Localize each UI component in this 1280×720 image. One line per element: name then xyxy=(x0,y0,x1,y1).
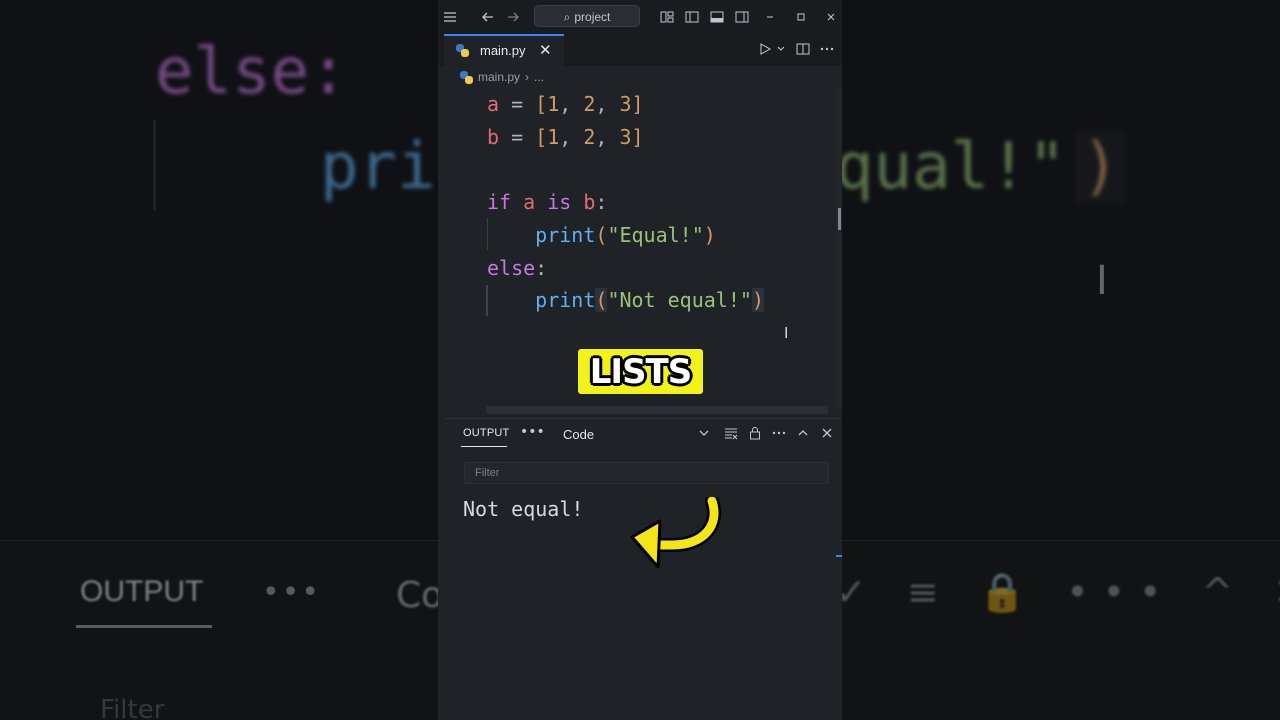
breadcrumb-more[interactable]: ... xyxy=(534,70,544,84)
tab-main-py[interactable]: main.py ✕ xyxy=(444,34,564,66)
horizontal-scrollbar[interactable] xyxy=(486,406,828,414)
breadcrumb-separator-icon: › xyxy=(525,70,530,84)
panel-more-actions-icon[interactable] xyxy=(772,426,786,444)
search-input[interactable]: ⌕ project xyxy=(534,5,640,27)
bg-output-underline xyxy=(76,625,212,628)
tab-label: main.py xyxy=(480,43,526,58)
close-tab-icon[interactable]: ✕ xyxy=(539,41,552,59)
bg-more-icon: ••• xyxy=(262,575,322,610)
panel-actions xyxy=(724,426,834,444)
editor-window: ⌕ project main.py ✕ main.py › ... a = [1… xyxy=(438,0,842,720)
title-bar: ⌕ project xyxy=(438,0,842,34)
output-channel-select[interactable]: Code xyxy=(563,427,594,442)
panel-bottom-icon[interactable] xyxy=(709,9,725,25)
code-line-6: else: xyxy=(487,255,548,280)
code-line-5: print("Equal!") xyxy=(535,222,716,247)
bg-code-select-text: Co xyxy=(396,575,444,616)
code-line-4: if a is b: xyxy=(487,190,608,215)
clear-output-icon[interactable] xyxy=(724,426,738,444)
tab-output-underline xyxy=(461,446,507,447)
split-editor-icon[interactable] xyxy=(796,42,810,60)
sidebar-left-icon[interactable] xyxy=(684,9,700,25)
bg-output-label: OUTPUT xyxy=(80,575,204,608)
output-text: Not equal! xyxy=(463,497,584,521)
tab-bar: main.py ✕ xyxy=(438,34,842,66)
close-panel-icon[interactable] xyxy=(820,426,834,444)
python-file-icon xyxy=(460,70,473,84)
bg-paren-text: ) xyxy=(1075,130,1126,204)
scroll-indicator xyxy=(836,555,842,557)
python-file-icon xyxy=(456,44,469,57)
lock-icon[interactable] xyxy=(748,426,762,444)
chevron-down-icon[interactable] xyxy=(698,427,710,442)
close-window-icon[interactable] xyxy=(823,9,839,25)
search-icon: ⌕ xyxy=(563,10,571,24)
tab-output[interactable]: OUTPUT xyxy=(463,427,509,439)
output-panel: OUTPUT ••• Code Filter Not equal! xyxy=(444,418,842,720)
bg-text-cursor-icon: I xyxy=(1096,258,1108,304)
mouse-text-cursor-icon: I xyxy=(784,324,789,342)
bg-panel-icons: ✓ ≡ 🔒 ••• ^ ✕ xyxy=(835,570,1280,614)
bg-else-text: else: xyxy=(155,35,348,109)
chevron-up-icon[interactable] xyxy=(796,426,810,444)
code-line-7: print("Not equal!") xyxy=(535,288,764,313)
vertical-scrollbar[interactable] xyxy=(836,88,842,408)
back-arrow-icon[interactable] xyxy=(480,9,496,25)
scroll-thumb[interactable] xyxy=(838,208,841,230)
breadcrumb-file[interactable]: main.py xyxy=(478,70,520,84)
search-placeholder: project xyxy=(574,10,611,24)
run-dropdown-chevron-icon[interactable] xyxy=(776,42,786,60)
panel-more-icon[interactable]: ••• xyxy=(520,424,545,440)
more-actions-icon[interactable] xyxy=(820,42,834,60)
sidebar-right-icon[interactable] xyxy=(734,9,750,25)
forward-arrow-icon[interactable] xyxy=(505,9,521,25)
curved-arrow-icon xyxy=(630,497,721,569)
bg-string-text: qual!" xyxy=(835,130,1067,204)
bg-print-text: pri xyxy=(320,130,436,204)
bg-indent-line xyxy=(153,120,156,210)
menu-icon[interactable] xyxy=(442,9,458,25)
minimize-icon[interactable] xyxy=(762,9,778,25)
tab-actions xyxy=(758,42,834,60)
bg-filter-text: Filter xyxy=(100,695,165,720)
lists-badge: LISTS xyxy=(578,349,703,394)
run-icon[interactable] xyxy=(758,42,772,60)
layout-icon[interactable] xyxy=(659,9,675,25)
maximize-icon[interactable] xyxy=(793,9,809,25)
code-line-1: a = [1, 2, 3] xyxy=(487,92,644,116)
code-line-2: b = [1, 2, 3] xyxy=(487,124,644,149)
filter-input[interactable]: Filter xyxy=(464,462,829,484)
lists-badge-label: LISTS xyxy=(589,351,692,392)
code-editor[interactable]: a = [1, 2, 3] b = [1, 2, 3] if a is b: pr… xyxy=(487,88,764,317)
breadcrumb[interactable]: main.py › ... xyxy=(460,70,544,84)
